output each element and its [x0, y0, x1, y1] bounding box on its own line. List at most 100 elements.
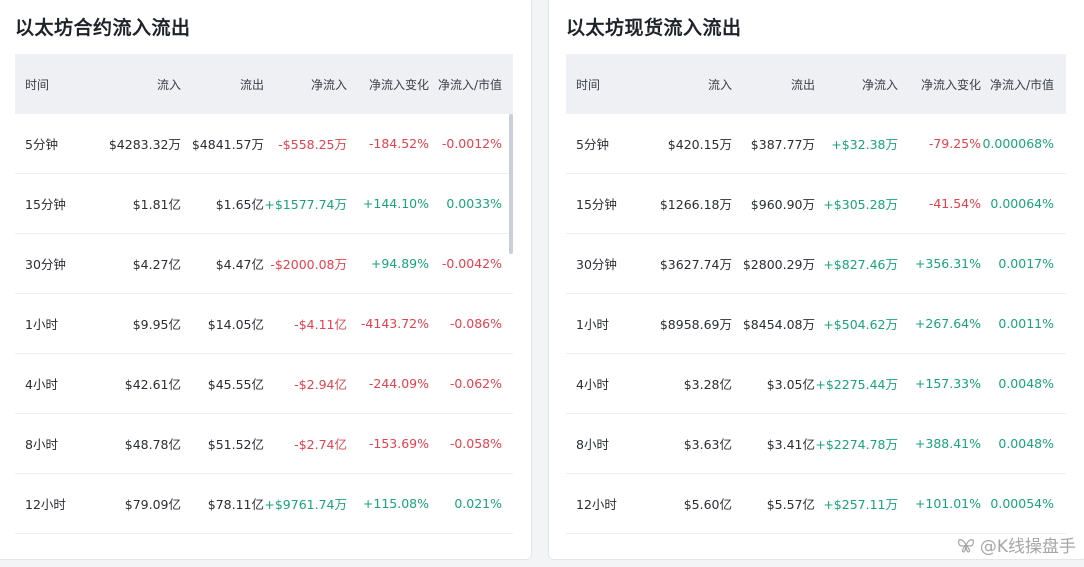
table-row: 15分钟 $1266.18万 $960.90万 +$305.28万 -41.54% 0.0… [566, 174, 1066, 234]
row-netflow-mcap-cell: 0.0033% [446, 196, 502, 211]
row-netflow-cell: -$2.94亿 [294, 377, 347, 392]
row-netflow-change-cell: +144.10% [362, 196, 429, 211]
row-time-cell: 15分钟 [25, 197, 66, 212]
watermark: @K线操盘手 [956, 532, 1076, 557]
row-time-cell: 4小时 [576, 377, 609, 392]
row-inflow-cell: $1266.18万 [659, 197, 732, 212]
row-time-cell: 4小时 [25, 377, 58, 392]
row-netflow-cell: +$9761.74万 [264, 497, 347, 512]
row-netflow-mcap-cell: 0.000068% [982, 136, 1054, 151]
row-netflow-change-cell: +267.64% [914, 316, 981, 331]
row-netflow-mcap-cell: 0.0017% [998, 256, 1054, 271]
row-netflow-mcap-cell: -0.0042% [441, 256, 502, 271]
row-netflow-change-cell: -244.09% [368, 376, 429, 391]
row-outflow-cell: $45.55亿 [207, 377, 264, 392]
column-header-inflow: 流入 [707, 77, 732, 92]
row-outflow-cell: $960.90万 [750, 197, 815, 212]
column-header-time: 时间 [576, 77, 601, 92]
row-netflow-change-cell: +115.08% [362, 496, 429, 511]
row-time-cell: 5分钟 [25, 137, 58, 152]
row-netflow-cell: +$504.62万 [823, 317, 898, 332]
column-header-netflow-change: 净流入变化 [920, 77, 981, 92]
row-time-cell: 12小时 [576, 497, 617, 512]
column-header-outflow: 流出 [790, 77, 815, 92]
watermark-text: @K线操盘手 [979, 537, 1076, 557]
row-outflow-cell: $3.05亿 [766, 377, 815, 392]
spot-table-body: 5分钟 $420.15万 $387.77万 +$32.38万 -79.25% 0.0000… [566, 114, 1066, 534]
row-inflow-cell: $48.78亿 [124, 437, 181, 452]
column-header-netflow-mcap: 净流入/市值 [437, 77, 502, 92]
table-row: 4小时 $42.61亿 $45.55亿 -$2.94亿 -244.09% -0.062% [15, 354, 513, 414]
row-inflow-cell: $1.81亿 [132, 197, 181, 212]
row-outflow-cell: $51.52亿 [207, 437, 264, 452]
row-netflow-change-cell: +356.31% [914, 256, 981, 271]
row-netflow-cell: +$305.28万 [823, 197, 898, 212]
row-netflow-cell: -$558.25万 [278, 137, 347, 152]
table-row: 5分钟 $4283.32万 $4841.57万 -$558.25万 -184.52% -0… [15, 114, 513, 174]
futures-flow-panel: 以太坊合约流入流出 时间 流入 流出 净流入 净流入变化 净流入/市值 5分钟 $… [0, 0, 532, 560]
table-row: 5分钟 $420.15万 $387.77万 +$32.38万 -79.25% 0.0000… [566, 114, 1066, 174]
row-time-cell: 15分钟 [576, 197, 617, 212]
row-netflow-change-cell: -41.54% [928, 196, 981, 211]
table-row: 1小时 $8958.69万 $8454.08万 +$504.62万 +267.64% 0.… [566, 294, 1066, 354]
row-outflow-cell: $1.65亿 [215, 197, 264, 212]
table-header: 时间 流入 流出 净流入 净流入变化 净流入/市值 [566, 54, 1066, 114]
row-time-cell: 30分钟 [25, 257, 66, 272]
row-outflow-cell: $5.57亿 [766, 497, 815, 512]
row-inflow-cell: $79.09亿 [124, 497, 181, 512]
row-outflow-cell: $3.41亿 [766, 437, 815, 452]
row-outflow-cell: $4841.57万 [191, 137, 264, 152]
row-netflow-change-cell: -184.52% [368, 136, 429, 151]
row-inflow-cell: $3.28亿 [683, 377, 732, 392]
table-row: 8小时 $3.63亿 $3.41亿 +$2274.78万 +388.41% 0.0048% [566, 414, 1066, 474]
row-netflow-mcap-cell: 0.021% [454, 496, 502, 511]
row-netflow-mcap-cell: 0.0048% [998, 436, 1054, 451]
row-netflow-mcap-cell: -0.0012% [441, 136, 502, 151]
spot-panel-title: 以太坊现货流入流出 [566, 17, 742, 39]
row-netflow-mcap-cell: 0.0048% [998, 376, 1054, 391]
row-time-cell: 8小时 [25, 437, 58, 452]
table-row: 30分钟 $3627.74万 $2800.29万 +$827.46万 +356.31% 0… [566, 234, 1066, 294]
row-inflow-cell: $42.61亿 [124, 377, 181, 392]
column-header-netflow-change: 净流入变化 [368, 77, 429, 92]
row-netflow-cell: -$2.74亿 [294, 437, 347, 452]
row-inflow-cell: $3.63亿 [683, 437, 732, 452]
row-inflow-cell: $9.95亿 [132, 317, 181, 332]
row-outflow-cell: $78.11亿 [207, 497, 264, 512]
row-netflow-cell: +$257.11万 [823, 497, 898, 512]
row-outflow-cell: $387.77万 [750, 137, 815, 152]
row-netflow-cell: +$2274.78万 [815, 437, 898, 452]
table-row: 15分钟 $1.81亿 $1.65亿 +$1577.74万 +144.10% 0.0033… [15, 174, 513, 234]
row-netflow-mcap-cell: -0.086% [449, 316, 502, 331]
row-time-cell: 1小时 [25, 317, 58, 332]
row-netflow-change-cell: +157.33% [914, 376, 981, 391]
row-inflow-cell: $4283.32万 [108, 137, 181, 152]
row-outflow-cell: $14.05亿 [207, 317, 264, 332]
futures-panel-title: 以太坊合约流入流出 [15, 17, 191, 39]
row-netflow-cell: +$827.46万 [823, 257, 898, 272]
spot-flow-table: 时间 流入 流出 净流入 净流入变化 净流入/市值 5分钟 $420.15万 $38… [566, 54, 1066, 534]
futures-flow-table: 时间 流入 流出 净流入 净流入变化 净流入/市值 5分钟 $4283.32万 $4… [15, 54, 513, 534]
row-netflow-cell: +$32.38万 [831, 137, 898, 152]
column-header-netflow: 净流入 [310, 77, 347, 92]
column-header-inflow: 流入 [156, 77, 181, 92]
scrollbar-thumb[interactable] [509, 114, 513, 254]
row-netflow-change-cell: -153.69% [368, 436, 429, 451]
row-netflow-mcap-cell: -0.058% [449, 436, 502, 451]
row-netflow-change-cell: +388.41% [914, 436, 981, 451]
butterfly-icon [957, 538, 974, 553]
row-netflow-cell: +$1577.74万 [264, 197, 347, 212]
row-netflow-change-cell: -4143.72% [360, 316, 429, 331]
row-netflow-change-cell: +94.89% [370, 256, 429, 271]
row-time-cell: 12小时 [25, 497, 66, 512]
table-row: 12小时 $5.60亿 $5.57亿 +$257.11万 +101.01% 0.00054… [566, 474, 1066, 534]
row-netflow-change-cell: +101.01% [914, 496, 981, 511]
row-time-cell: 30分钟 [576, 257, 617, 272]
table-row: 4小时 $3.28亿 $3.05亿 +$2275.44万 +157.33% 0.0048% [566, 354, 1066, 414]
table-header: 时间 流入 流出 净流入 净流入变化 净流入/市值 [15, 54, 513, 114]
spot-flow-panel: 以太坊现货流入流出 时间 流入 流出 净流入 净流入变化 净流入/市值 5分钟 $… [548, 0, 1084, 560]
row-netflow-cell: +$2275.44万 [815, 377, 898, 392]
row-inflow-cell: $5.60亿 [683, 497, 732, 512]
row-netflow-mcap-cell: -0.062% [449, 376, 502, 391]
column-header-time: 时间 [25, 77, 50, 92]
